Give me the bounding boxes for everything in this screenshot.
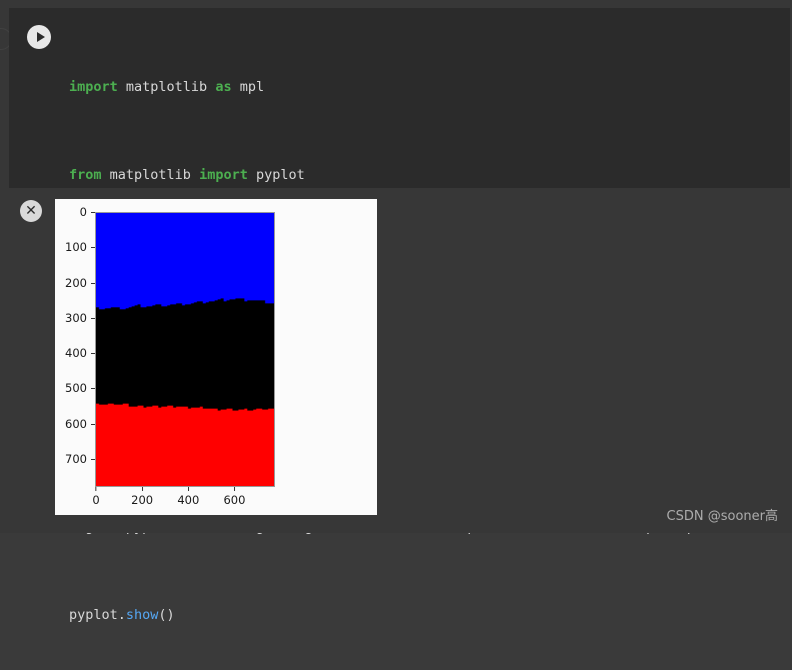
y-tick-label: 500	[65, 381, 95, 395]
notebook-window: import matplotlib as mpl from matplotlib…	[0, 0, 792, 623]
y-tick-label: 400	[65, 346, 95, 360]
token-plain: mpl	[231, 79, 265, 95]
x-tick-label: 600	[223, 487, 245, 507]
close-output-button[interactable]: ✕	[20, 200, 42, 222]
token-plain: pyplot.	[69, 607, 126, 623]
y-tick-label: 100	[65, 240, 95, 254]
plot-axes	[95, 212, 275, 487]
token-keyword: import	[69, 79, 118, 95]
token-plain: pyplot	[247, 167, 305, 183]
x-tick-label: 200	[131, 487, 153, 507]
play-icon	[36, 32, 45, 42]
y-tick-label: 700	[65, 452, 95, 466]
token-function: show	[125, 607, 159, 623]
y-tick-label: 200	[65, 276, 95, 290]
code-cell[interactable]: import matplotlib as mpl from matplotlib…	[9, 8, 790, 623]
token-plain: matplotlib	[101, 167, 200, 183]
imshow-image	[96, 213, 274, 486]
token-keyword: import	[199, 167, 248, 183]
code-line-1: import matplotlib as mpl	[69, 76, 703, 98]
x-tick-label: 0	[92, 487, 100, 507]
y-tick-label: 0	[80, 205, 95, 219]
x-tick-label: 400	[177, 487, 199, 507]
code-line-2: from matplotlib import pyplot	[69, 164, 703, 186]
x-axis-ticks: 0 200 400 600	[92, 487, 277, 513]
token-plain: matplotlib	[117, 79, 216, 95]
token-keyword: from	[69, 167, 102, 183]
watermark: CSDN @sooner高	[666, 509, 778, 524]
code-line-7: pyplot.show()	[69, 604, 703, 626]
token-plain: ()	[158, 607, 175, 623]
y-tick-label: 600	[65, 417, 95, 431]
token-keyword: as	[215, 79, 232, 95]
y-axis-ticks: 0 100 200 300 400 500 600 700	[55, 205, 95, 487]
matplotlib-figure: 0 100 200 300 400 500 600 700 0 200 400 600	[55, 199, 377, 515]
run-cell-button[interactable]	[27, 25, 51, 49]
y-tick-label: 300	[65, 311, 95, 325]
